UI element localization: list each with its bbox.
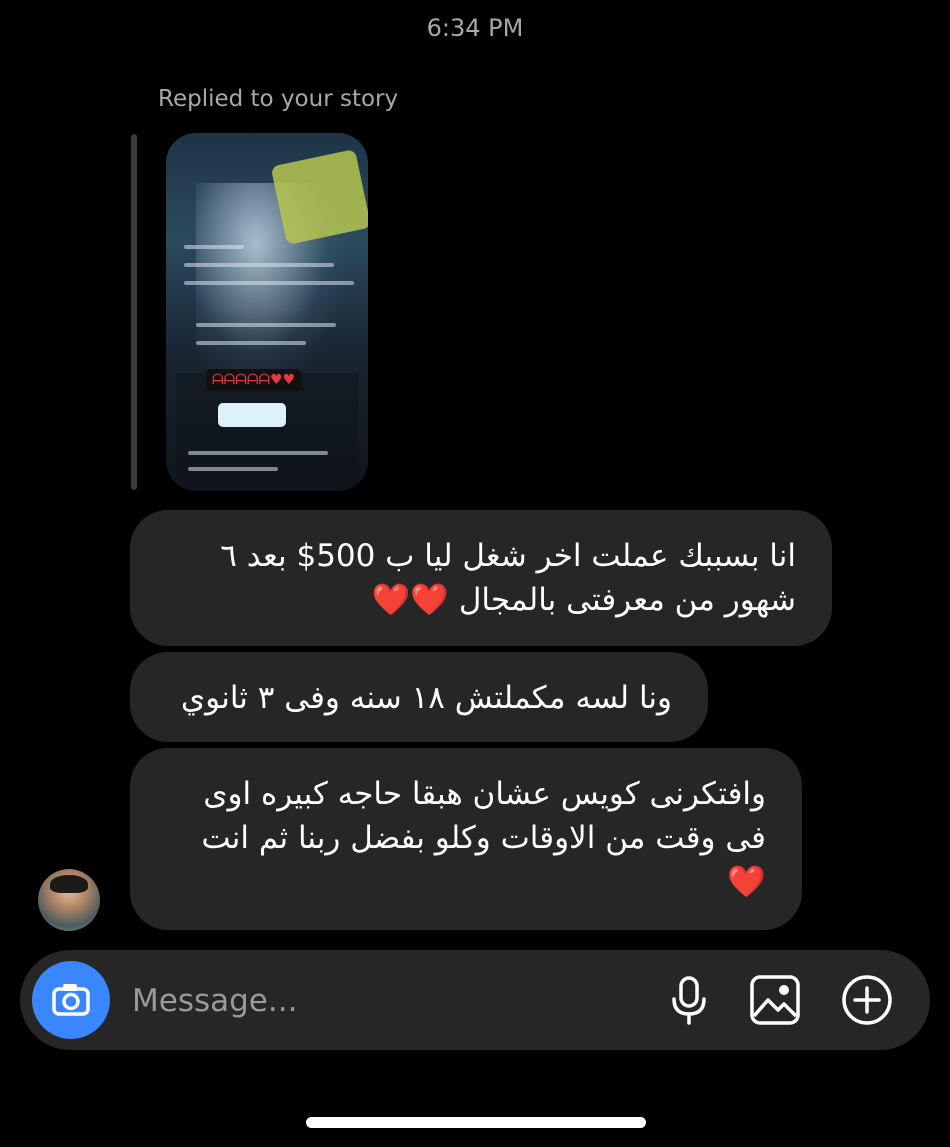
message-bubble[interactable]: وافتكرنى كويس عشان هبقا حاجه كبيره اوى ف… <box>130 748 802 930</box>
message-bubble[interactable]: انا بسببك عملت اخر شغل ليا ب 500$ بعد ٦ … <box>130 510 832 646</box>
message-input[interactable] <box>130 970 554 1032</box>
gallery-icon <box>750 975 800 1025</box>
message-composer <box>20 950 930 1050</box>
heart-emoji: ❤️ <box>727 864 766 900</box>
story-sticker <box>270 148 368 246</box>
heart-emoji: ❤️❤️ <box>371 582 450 618</box>
camera-icon <box>52 984 90 1016</box>
story-text-line <box>184 281 354 285</box>
message-text-line: وافتكرنى كويس عشان هبقا حاجه كبيره اوى <box>203 776 766 812</box>
camera-button[interactable] <box>32 961 110 1039</box>
replied-to-story-label: Replied to your story <box>158 86 399 112</box>
gallery-button[interactable] <box>748 973 802 1027</box>
avatar-hair <box>50 875 88 893</box>
microphone-icon <box>672 976 706 1025</box>
story-text-line <box>188 451 328 455</box>
story-preview-thumbnail[interactable]: ᗩᗩᗩᗩᗩ♥♥ <box>166 133 368 491</box>
story-text-line <box>184 263 334 267</box>
sender-avatar[interactable] <box>38 869 100 931</box>
reply-indicator-bar <box>131 134 137 490</box>
microphone-button[interactable] <box>662 973 716 1027</box>
home-indicator[interactable] <box>306 1117 646 1128</box>
add-circle-icon <box>842 975 892 1025</box>
story-tag-sticker <box>218 403 286 427</box>
message-bubble[interactable]: ونا لسه مكملتش ١٨ سنه وفى ٣ ثانوي <box>130 652 708 742</box>
message-text-line: شهور من معرفتى بالمجال <box>458 582 796 618</box>
message-timestamp: 6:34 PM <box>426 14 524 42</box>
story-hearts-overlay: ᗩᗩᗩᗩᗩ♥♥ <box>206 369 302 391</box>
story-text-line <box>188 467 278 471</box>
message-text-line: انا بسببك عملت اخر شغل ليا ب 500$ بعد ٦ <box>220 538 796 574</box>
message-text-line: ونا لسه مكملتش ١٨ سنه وفى ٣ ثانوي <box>180 680 672 716</box>
add-button[interactable] <box>840 973 894 1027</box>
message-text-line: فى وقت من الاوقات وكلو بفضل ربنا ثم انت <box>201 820 766 856</box>
story-text-line <box>184 245 244 249</box>
story-text-line <box>196 323 336 327</box>
story-text-line <box>196 341 306 345</box>
